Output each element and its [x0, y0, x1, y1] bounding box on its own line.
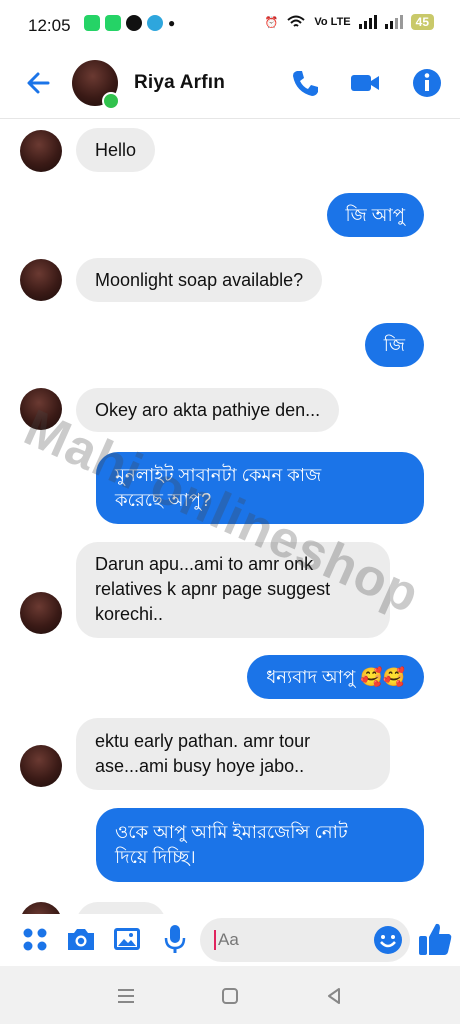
alarm-icon: ⏰	[264, 16, 279, 29]
status-system-icons: ⏰ Vo LTE 45	[265, 14, 434, 30]
signal-icon	[358, 15, 377, 29]
message-bubble-incoming-partial[interactable]	[76, 902, 166, 914]
emoji-icon[interactable]	[372, 924, 404, 956]
back-arrow-icon[interactable]	[22, 66, 56, 100]
back-nav-icon[interactable]	[322, 984, 346, 1008]
message-line: ektu early pathan. amr tour	[95, 731, 311, 751]
message-line: relatives k apnr page suggest	[95, 579, 331, 599]
info-icon[interactable]	[410, 66, 444, 100]
message-avatar	[20, 745, 62, 787]
status-notification-icons: ●	[84, 15, 175, 31]
volte-label: Vo LTE	[314, 16, 351, 28]
whatsapp-business-icon	[105, 15, 121, 31]
message-bubble-incoming[interactable]: Okey aro akta pathiye den...	[76, 388, 340, 432]
message-line: Darun apu...ami to amr onk	[95, 554, 314, 574]
message-avatar	[20, 902, 62, 914]
message-composer: Aa	[0, 914, 460, 966]
battery-indicator: 45	[410, 14, 434, 30]
message-line: মুনলাইট সাবানটা কেমন কাজ	[115, 465, 322, 485]
message-bubble-incoming[interactable]: Darun apu...ami to amr onk relatives k a…	[76, 542, 390, 638]
wifi-icon	[287, 15, 306, 27]
menu-dots-icon[interactable]	[18, 922, 52, 956]
message-line: ase...ami busy hoye jabo..	[95, 756, 305, 776]
message-avatar	[20, 388, 62, 430]
text-caret	[214, 930, 216, 950]
message-avatar	[20, 592, 62, 634]
contact-name[interactable]: Riya Arfın	[134, 72, 225, 94]
message-bubble-incoming[interactable]: ektu early pathan. amr tour ase...ami bu…	[76, 718, 390, 790]
message-icon	[126, 15, 142, 31]
message-bubble-outgoing[interactable]: ওকে আপু আমি ইমারজেন্সি নোট দিয়ে দিচ্ছি।	[96, 808, 424, 882]
mic-icon[interactable]	[158, 922, 192, 956]
recent-apps-icon[interactable]	[114, 984, 138, 1008]
message-line: দিয়ে দিচ্ছি।	[115, 847, 196, 867]
message-bubble-incoming[interactable]: Moonlight soap available?	[76, 258, 323, 302]
system-navigation-bar	[0, 966, 460, 1024]
message-bubble-outgoing[interactable]: জি	[364, 323, 424, 367]
message-avatar	[20, 259, 62, 301]
message-bubble-outgoing[interactable]: ধন্যবাদ আপু 🥰🥰	[247, 655, 424, 699]
message-line: korechi..	[95, 604, 164, 624]
message-input-placeholder: Aa	[218, 930, 239, 949]
chat-header: Riya Arfın	[0, 52, 460, 119]
message-avatar	[20, 130, 62, 172]
phone-icon[interactable]	[288, 66, 322, 100]
message-bubble-outgoing[interactable]: মুনলাইট সাবানটা কেমন কাজ করেছে আপু?	[96, 452, 424, 524]
message-list[interactable]: Hello জি আপু Moonlight soap available? জ…	[0, 118, 460, 914]
video-call-icon[interactable]	[348, 66, 382, 100]
camera-icon[interactable]	[64, 922, 98, 956]
message-line: ওকে আপু আমি ইমারজেন্সি নোট	[115, 822, 348, 842]
status-time: 12:05	[28, 16, 71, 35]
message-input[interactable]: Aa	[200, 918, 410, 962]
online-status-dot	[102, 92, 120, 110]
signal-2-icon	[384, 15, 403, 29]
message-bubble-incoming[interactable]: Hello	[76, 128, 156, 172]
more-notifications-dot: ●	[168, 16, 176, 30]
telegram-icon	[147, 15, 163, 31]
status-bar: 12:05 ● ⏰ Vo LTE 45	[0, 0, 460, 52]
home-icon[interactable]	[218, 984, 242, 1008]
message-line: করেছে আপু?	[115, 490, 212, 510]
message-bubble-outgoing[interactable]: জি আপু	[326, 193, 424, 237]
like-icon[interactable]	[416, 920, 454, 958]
gallery-icon[interactable]	[110, 922, 144, 956]
whatsapp-icon	[84, 15, 100, 31]
